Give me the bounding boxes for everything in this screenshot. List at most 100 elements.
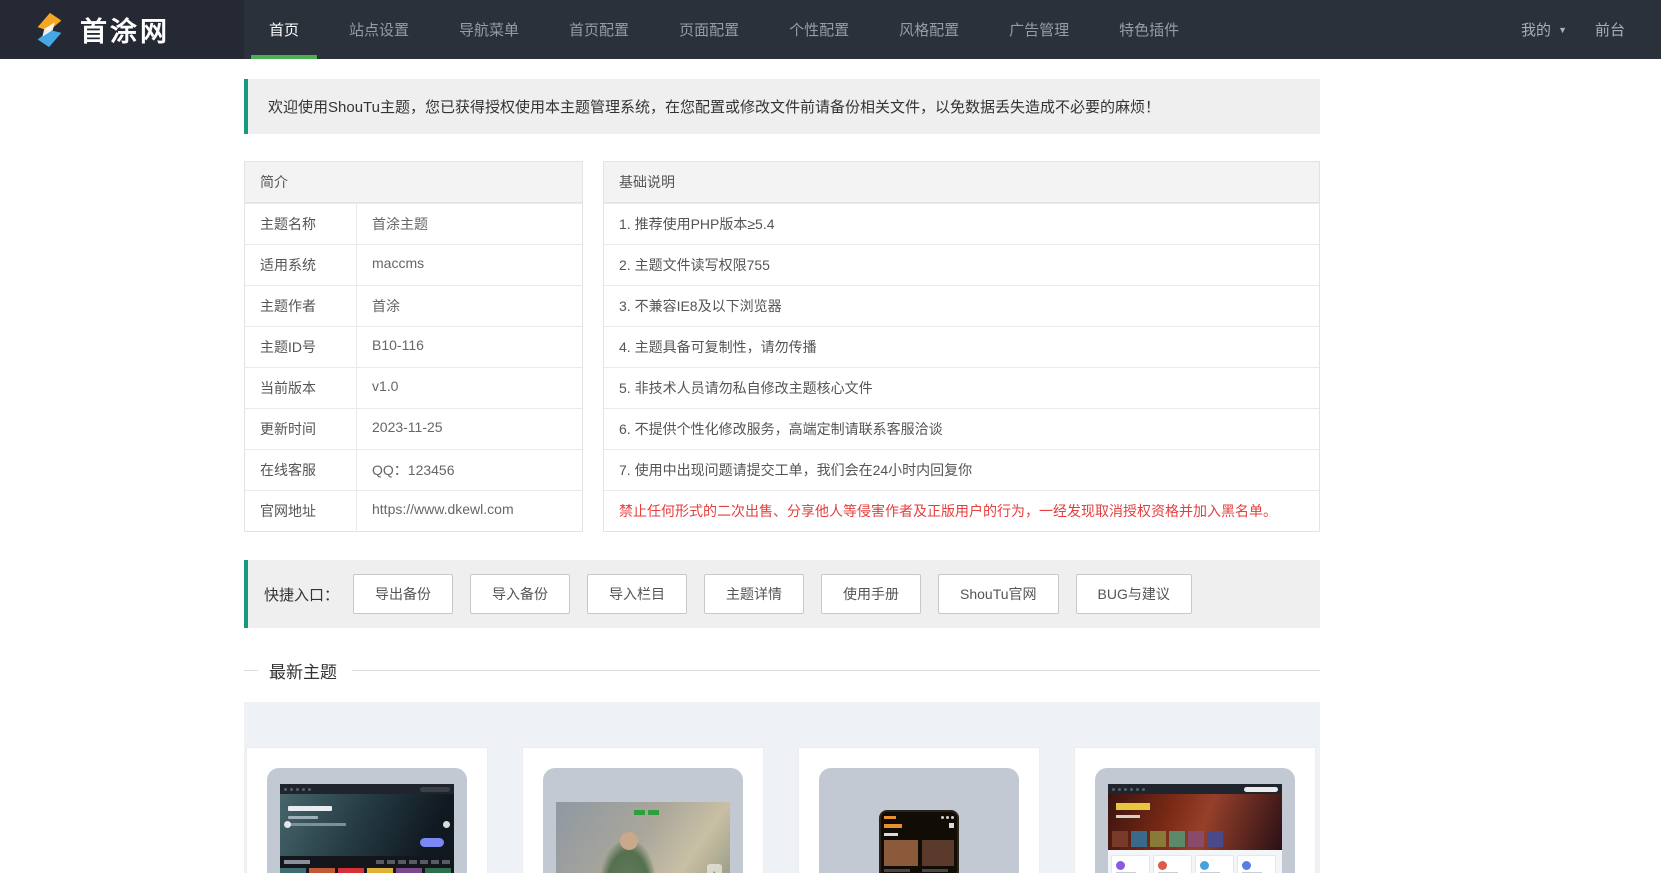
wifi-icon xyxy=(946,816,949,819)
section-label-bar xyxy=(284,860,310,864)
logo[interactable]: 首涂网 xyxy=(0,0,244,59)
menu-item-style-config[interactable]: 风格配置 xyxy=(881,0,977,59)
info-row: 5. 非技术人员请勿私自修改主题核心文件 xyxy=(604,367,1319,408)
theme-card-3[interactable] xyxy=(798,747,1040,873)
row-label: 主题作者 xyxy=(245,286,357,326)
official-site-url: https://www.dkewl.com xyxy=(372,501,514,517)
feature-icon xyxy=(1242,861,1251,870)
bug-suggest-button[interactable]: BUG与建议 xyxy=(1075,574,1192,614)
shoutu-official-button[interactable]: ShouTu官网 xyxy=(938,574,1059,614)
pc-dark-movie-theme-preview xyxy=(280,784,454,873)
app-header xyxy=(884,823,954,828)
info-row: 2. 主题文件读写权限755 xyxy=(604,244,1319,285)
my-dropdown-label: 我的 xyxy=(1521,22,1552,39)
menu-item-ad-manage[interactable]: 广告管理 xyxy=(991,0,1087,59)
player-video-area: › xyxy=(556,802,730,873)
row-value: B10-116 xyxy=(372,337,424,353)
hero-title-bar xyxy=(1116,803,1150,810)
thumb-grid-row xyxy=(884,840,954,866)
hero-banner xyxy=(1108,794,1282,850)
hero-title-bar xyxy=(288,806,332,811)
tablet-frame: › xyxy=(543,768,743,873)
pc-movie-portal-theme-preview xyxy=(1108,784,1282,873)
import-columns-button[interactable]: 导入栏目 xyxy=(587,574,688,614)
feature-cards-row xyxy=(1108,850,1282,873)
row-value: v1.0 xyxy=(372,378,399,394)
carousel-right-icon xyxy=(443,821,450,828)
shoutu-logo-icon xyxy=(37,12,62,47)
preview-topbar xyxy=(280,784,454,794)
row-value: 首涂主题 xyxy=(372,216,428,232)
feature-card xyxy=(1237,855,1276,873)
next-episode-icon: › xyxy=(707,864,722,873)
license-warning-text: 禁止任何形式的二次出售、分享他人等侵害作者及正版用户的行为，一经发现取消授权资格… xyxy=(604,490,1319,531)
latest-themes-header: 最新主题 xyxy=(244,658,1320,683)
character-head xyxy=(620,832,638,850)
intro-panel-title: 简介 xyxy=(245,162,582,203)
table-row: 官网地址 https://www.dkewl.com xyxy=(245,490,582,531)
section-label-bar xyxy=(884,833,898,836)
carousel-left-icon xyxy=(284,821,291,828)
theme-card-4[interactable] xyxy=(1074,747,1316,873)
latest-themes-title: 最新主题 xyxy=(269,663,337,682)
feature-icon xyxy=(1116,861,1125,870)
hero-banner xyxy=(280,794,454,856)
play-button-pill xyxy=(420,838,444,847)
menu-dots-icon xyxy=(284,787,314,791)
info-row: 1. 推荐使用PHP版本≥5.4 xyxy=(604,203,1319,244)
import-backup-button[interactable]: 导入备份 xyxy=(470,574,571,614)
row-value: QQ：123456 xyxy=(372,462,455,478)
row-value: 首涂 xyxy=(372,298,400,314)
my-dropdown[interactable]: 我的 ▼ xyxy=(1507,0,1581,59)
theme-card-2[interactable]: › xyxy=(522,747,764,873)
row-label: 当前版本 xyxy=(245,368,357,408)
row-label: 在线客服 xyxy=(245,450,357,490)
main-content: 欢迎使用ShouTu主题，您已获得授权使用本主题管理系统，在您配置或修改文件前请… xyxy=(244,79,1320,873)
menu-item-plugins[interactable]: 特色插件 xyxy=(1101,0,1197,59)
menu-item-nav-menu[interactable]: 导航菜单 xyxy=(441,0,537,59)
phone-statusbar xyxy=(884,816,954,819)
row-value: 2023-11-25 xyxy=(372,419,443,435)
theme-details-button[interactable]: 主题详情 xyxy=(704,574,805,614)
hero-sub-bar xyxy=(288,823,346,826)
tablet-frame xyxy=(1095,768,1295,873)
quick-entry-label: 快捷入口： xyxy=(264,586,340,604)
row-label: 主题名称 xyxy=(245,204,357,244)
theme-card-1[interactable] xyxy=(246,747,488,873)
menu-item-site-settings[interactable]: 站点设置 xyxy=(331,0,427,59)
green-watermark xyxy=(634,810,662,815)
hero-sub-bar xyxy=(288,816,318,819)
menu-item-home[interactable]: 首页 xyxy=(251,0,318,59)
feature-icon xyxy=(1158,861,1167,870)
feature-icon xyxy=(1200,861,1209,870)
table-row: 更新时间 2023-11-25 xyxy=(245,408,582,449)
info-row: 6. 不提供个性化修改服务，高端定制请联系客服洽谈 xyxy=(604,408,1319,449)
app-logo-bar xyxy=(884,816,896,819)
menu-item-page-config[interactable]: 页面配置 xyxy=(661,0,757,59)
table-row: 当前版本 v1.0 xyxy=(245,367,582,408)
export-backup-button[interactable]: 导出备份 xyxy=(353,574,454,614)
row-label: 官网地址 xyxy=(245,491,357,531)
table-row: 适用系统 maccms xyxy=(245,244,582,285)
phone-frame-area xyxy=(819,768,1019,873)
caret-down-icon: ▼ xyxy=(1558,24,1567,35)
divider-line xyxy=(352,670,1320,671)
search-box xyxy=(1244,786,1278,792)
mobile-app-theme-preview xyxy=(879,810,959,873)
info-tables-row: 简介 主题名称 首涂主题 适用系统 maccms 主题作者 首涂 主题ID号 B… xyxy=(244,161,1320,532)
tab-bars xyxy=(373,860,450,864)
frontend-link[interactable]: 前台 xyxy=(1581,0,1639,59)
row-value: maccms xyxy=(372,255,425,271)
navbar-right: 我的 ▼ 前台 xyxy=(1507,0,1661,59)
info-row: 3. 不兼容IE8及以下浏览器 xyxy=(604,285,1319,326)
user-manual-button[interactable]: 使用手册 xyxy=(821,574,922,614)
theme-cards-row: › xyxy=(244,747,1320,873)
menu-item-personal-config[interactable]: 个性配置 xyxy=(771,0,867,59)
feature-card xyxy=(1195,855,1234,873)
table-row: 在线客服 QQ：123456 xyxy=(245,449,582,490)
search-icon xyxy=(949,823,954,828)
menu-item-home-config[interactable]: 首页配置 xyxy=(551,0,647,59)
basic-info-title: 基础说明 xyxy=(604,162,1319,203)
thumb-captions xyxy=(884,869,954,872)
header-title-bar xyxy=(884,823,902,828)
